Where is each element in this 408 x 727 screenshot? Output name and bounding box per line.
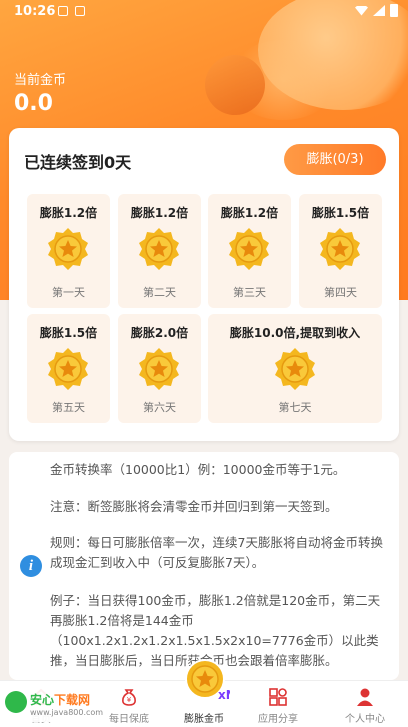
watermark-brand-a: 安心 <box>30 693 55 707</box>
watermark-url: www.java800.com <box>30 708 104 717</box>
day-card[interactable]: 膨胀1.5倍 第四天 <box>299 194 382 308</box>
rule-text: 金币转换率（10000比1）例：10000金币等于1元。 <box>50 462 346 477</box>
coins-label: 当前金币 <box>14 73 67 88</box>
user-icon <box>357 688 373 706</box>
battery-icon <box>390 4 398 17</box>
money-bag-icon: ¥ <box>122 689 136 706</box>
watermark: 安心下载网 www.java800.com <box>2 688 107 722</box>
notification-icon <box>75 6 85 16</box>
day-card[interactable]: 膨胀1.5倍 第五天 <box>27 314 110 423</box>
grid-icon <box>269 688 287 706</box>
rule-text: 规则：每日可膨胀倍率一次，连续7天膨胀将自动将金币转换成现金汇到收入中（可反复膨… <box>50 535 383 570</box>
day-card[interactable]: 膨胀2.0倍 第六天 <box>118 314 201 423</box>
info-icon[interactable]: i <box>20 555 42 577</box>
status-time: 10:26 <box>14 4 56 19</box>
tab-label: 膨胀金币 <box>184 714 224 725</box>
tab-profile[interactable]: 个人中心 <box>324 681 406 727</box>
watermark-logo-icon <box>5 691 27 713</box>
tab-app-share[interactable]: 应用分享 <box>237 681 319 727</box>
star-medal-icon <box>139 348 179 390</box>
day-label: 第五天 <box>52 401 85 414</box>
day-label: 第四天 <box>324 286 357 299</box>
checkin-card: 已连续签到0天 膨胀(0/3) 膨胀1.2倍 第一天 膨胀1.2倍 第二天 膨胀… <box>9 128 399 441</box>
checkin-title: 已连续签到0天 <box>24 153 132 172</box>
inflate-button[interactable]: 膨胀(0/3) <box>284 144 386 175</box>
day-label: 第六天 <box>143 401 176 414</box>
day-multiplier: 膨胀1.5倍 <box>39 326 98 340</box>
watermark-brand: 安心下载网 <box>30 691 90 708</box>
day-multiplier: 膨胀1.2倍 <box>39 206 98 220</box>
day-multiplier: 膨胀1.2倍 <box>130 206 189 220</box>
svg-text:¥: ¥ <box>127 696 132 704</box>
day-multiplier: 膨胀10.0倍,提取到收入 <box>229 326 361 340</box>
star-medal-icon <box>48 228 88 270</box>
star-medal-icon <box>229 228 269 270</box>
star-medal-icon <box>48 348 88 390</box>
star-medal-icon <box>320 228 360 270</box>
day-label: 第一天 <box>52 286 85 299</box>
watermark-brand-b: 下载网 <box>54 693 91 707</box>
day-card-final[interactable]: 膨胀10.0倍,提取到收入 第七天 <box>208 314 382 423</box>
day-multiplier: 膨胀1.2倍 <box>220 206 279 220</box>
svg-text:xN: xN <box>218 688 230 702</box>
rule-text: 注意：断签膨胀将会清零金币并回归到第一天签到。 <box>50 499 338 514</box>
signal-icon <box>373 5 385 16</box>
day-multiplier: 膨胀2.0倍 <box>130 326 189 340</box>
star-medal-icon <box>275 348 315 390</box>
notification-icon <box>58 6 68 16</box>
inflate-coin-icon[interactable]: xN <box>180 657 230 703</box>
day-label: 第二天 <box>143 286 176 299</box>
status-bar: 10:26 <box>0 0 408 24</box>
wifi-icon <box>355 5 368 16</box>
rules-panel: 金币转换率（10000比1）例：10000金币等于1元。 注意：断签膨胀将会清零… <box>9 452 399 680</box>
day-card[interactable]: 膨胀1.2倍 第三天 <box>208 194 291 308</box>
tab-label: 应用分享 <box>258 714 298 725</box>
star-medal-icon <box>139 228 179 270</box>
day-card[interactable]: 膨胀1.2倍 第一天 <box>27 194 110 308</box>
day-label: 第三天 <box>233 286 266 299</box>
coins-value: 0.0 <box>14 91 53 116</box>
day-multiplier: 膨胀1.5倍 <box>311 206 370 220</box>
tab-label: 个人中心 <box>345 714 385 725</box>
day-label: 第七天 <box>278 401 312 414</box>
day-card[interactable]: 膨胀1.2倍 第二天 <box>118 194 201 308</box>
